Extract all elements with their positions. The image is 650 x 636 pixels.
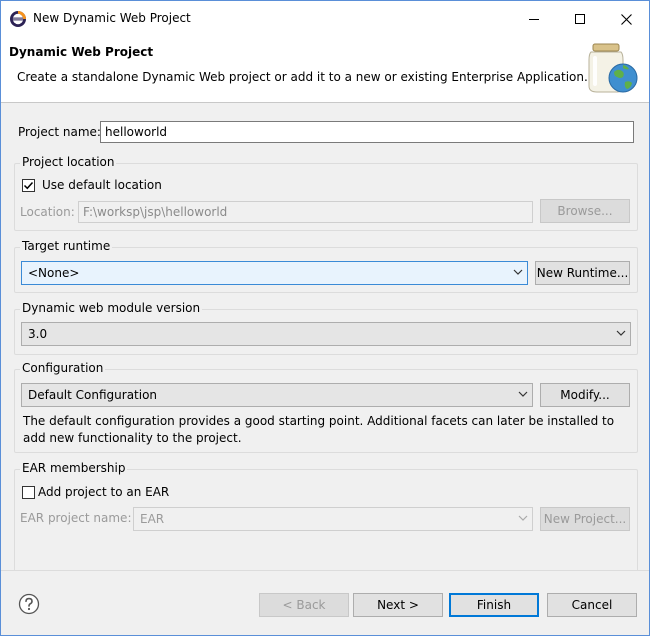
eclipse-app-icon [10, 11, 26, 27]
minimize-button[interactable] [511, 1, 557, 37]
add-to-ear-checkbox[interactable] [22, 486, 35, 499]
chevron-down-icon [616, 330, 626, 336]
close-button[interactable] [603, 1, 649, 37]
configuration-description: The default configuration provides a goo… [23, 414, 615, 445]
module-version-group-label: Dynamic web module version [20, 301, 203, 315]
dialog-window: New Dynamic Web Project Dynamic Web Proj… [0, 0, 650, 636]
wizard-banner: Dynamic Web Project Create a standalone … [1, 37, 649, 103]
cancel-button[interactable]: Cancel [547, 593, 637, 617]
modify-button[interactable]: Modify... [540, 383, 630, 407]
minimize-icon [529, 19, 539, 20]
location-input[interactable]: F:\worksp\jsp\helloworld [78, 201, 533, 223]
maximize-icon [575, 14, 585, 24]
chevron-down-icon [518, 515, 528, 521]
module-version-value: 3.0 [28, 327, 48, 341]
page-description: Create a standalone Dynamic Web project … [17, 70, 588, 84]
target-runtime-group-label: Target runtime [20, 239, 113, 253]
new-ear-project-button[interactable]: New Project... [540, 507, 630, 531]
target-runtime-select[interactable]: <None> [21, 261, 528, 285]
ear-membership-group-label: EAR membership [20, 461, 128, 475]
window-title: New Dynamic Web Project [33, 11, 191, 25]
module-version-select[interactable]: 3.0 [21, 322, 631, 346]
close-icon [620, 13, 632, 25]
ear-project-name-label: EAR project name: [20, 511, 132, 525]
ear-project-name-select[interactable]: EAR [133, 507, 533, 531]
project-location-group-label: Project location [20, 155, 117, 169]
ear-project-name-value: EAR [140, 512, 165, 526]
title-bar: New Dynamic Web Project [1, 1, 649, 37]
location-label: Location: [20, 205, 75, 219]
checkmark-icon [23, 181, 34, 190]
browse-button[interactable]: Browse... [540, 199, 630, 223]
page-title: Dynamic Web Project [9, 45, 154, 59]
help-icon[interactable] [18, 593, 40, 615]
wizard-button-bar: < Back Next > Finish Cancel [1, 570, 649, 635]
configuration-value: Default Configuration [28, 388, 158, 402]
target-runtime-value: <None> [28, 266, 80, 280]
maximize-button[interactable] [557, 1, 603, 37]
chevron-down-icon [513, 269, 523, 275]
use-default-location-checkbox[interactable] [22, 179, 35, 192]
web-project-jar-globe-icon [588, 43, 638, 93]
wizard-content: Project name: helloworld Project locatio… [1, 104, 649, 570]
project-name-input[interactable]: helloworld [100, 121, 634, 143]
project-name-label: Project name: [18, 125, 101, 139]
use-default-location-label: Use default location [42, 178, 162, 192]
configuration-select[interactable]: Default Configuration [21, 383, 533, 407]
add-to-ear-label: Add project to an EAR [38, 485, 170, 499]
chevron-down-icon [518, 391, 528, 397]
configuration-group-label: Configuration [20, 361, 106, 375]
next-button[interactable]: Next > [353, 593, 443, 617]
back-button[interactable]: < Back [259, 593, 349, 617]
new-runtime-button[interactable]: New Runtime... [535, 261, 630, 285]
finish-button[interactable]: Finish [449, 593, 539, 617]
